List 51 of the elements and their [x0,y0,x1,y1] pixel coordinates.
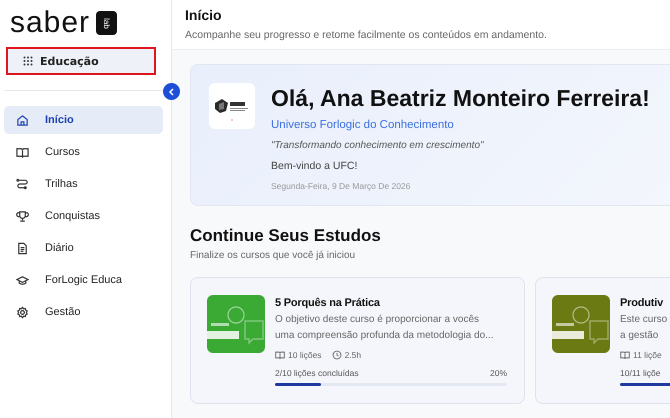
page-title: Início [185,6,223,24]
duration: 2.5h [344,350,362,360]
course-description: Este curso a gestão [620,313,668,343]
nav-label: Cursos [45,146,80,158]
lesson-count: 10 lições [288,350,322,360]
progress-text: 10/11 liçõe [620,368,660,378]
book-icon [16,146,29,158]
logo: saber [10,10,90,36]
trophy-icon [16,210,29,222]
nav-item[interactable]: ForLogic Educa [4,266,163,294]
nav-item[interactable]: Início [4,106,163,134]
collapse-button[interactable] [163,83,180,100]
workspace-button[interactable]: Educação [6,47,156,75]
progress-text: 2/10 lições concluídas [275,368,359,378]
welcome-message: Bem-vindo a UFC! [271,160,358,172]
settings-icon [16,306,29,318]
course-card[interactable]: 5 Porquês na Prática O objetivo deste curso é proporcionar a vocês uma compreensão profunda da metodologia do... 10 lições 2.5h 2/10 lições concluídas 20% [190,277,525,404]
course-title: Produtiv [620,297,664,309]
nav-label: Gestão [45,306,80,318]
section-subtitle: Finalize os cursos que você já iniciou [190,250,356,261]
nav-item[interactable]: Trilhas [4,170,163,198]
nav-item[interactable]: Diário [4,234,163,262]
chevron-left-icon [168,88,176,96]
nav-label: Diário [45,242,74,254]
page-subtitle: Acompanhe seu progresso e retome facilmente os conteúdos em andamento. [185,29,548,41]
progress-percent: 20% [490,368,507,378]
organization-name: Universo Forlogic do Conhecimento [271,119,455,131]
course-title: 5 Porquês na Prática [275,297,381,309]
nav-label: Início [45,114,74,126]
home-icon [16,114,29,126]
logo-badge: lab [96,11,118,35]
greeting: Olá, Ana Beatriz Monteiro Ferreira! [271,84,650,113]
document-icon [16,242,29,254]
section-title: Continue Seus Estudos [190,226,382,246]
course-card[interactable]: Produtiv Este curso a gestão 11 liçõe 10/11 liçõe [535,277,670,404]
nav-item[interactable]: Gestão [4,298,163,326]
book-icon [620,350,630,360]
graduation-cap-icon [16,274,29,286]
nav-item[interactable]: Conquistas [4,202,163,230]
clock-icon [332,350,342,360]
course-description: O objetivo deste curso é proporcionar a vocês uma compreensão profunda da metodologia do... [275,313,494,343]
nav-item[interactable]: Cursos [4,138,163,166]
book-icon [275,350,285,360]
date: Segunda-Feira, 9 De Março De 2026 [271,181,412,191]
nav-label: Trilhas [45,178,78,190]
lesson-count: 11 liçõe [633,350,662,360]
motto: "Transformando conhecimento em crescimento" [271,140,485,151]
grid-icon [23,56,33,66]
nav-label: ForLogic Educa [45,274,122,286]
nav-label: Conquistas [45,210,100,222]
route-icon [16,178,29,190]
